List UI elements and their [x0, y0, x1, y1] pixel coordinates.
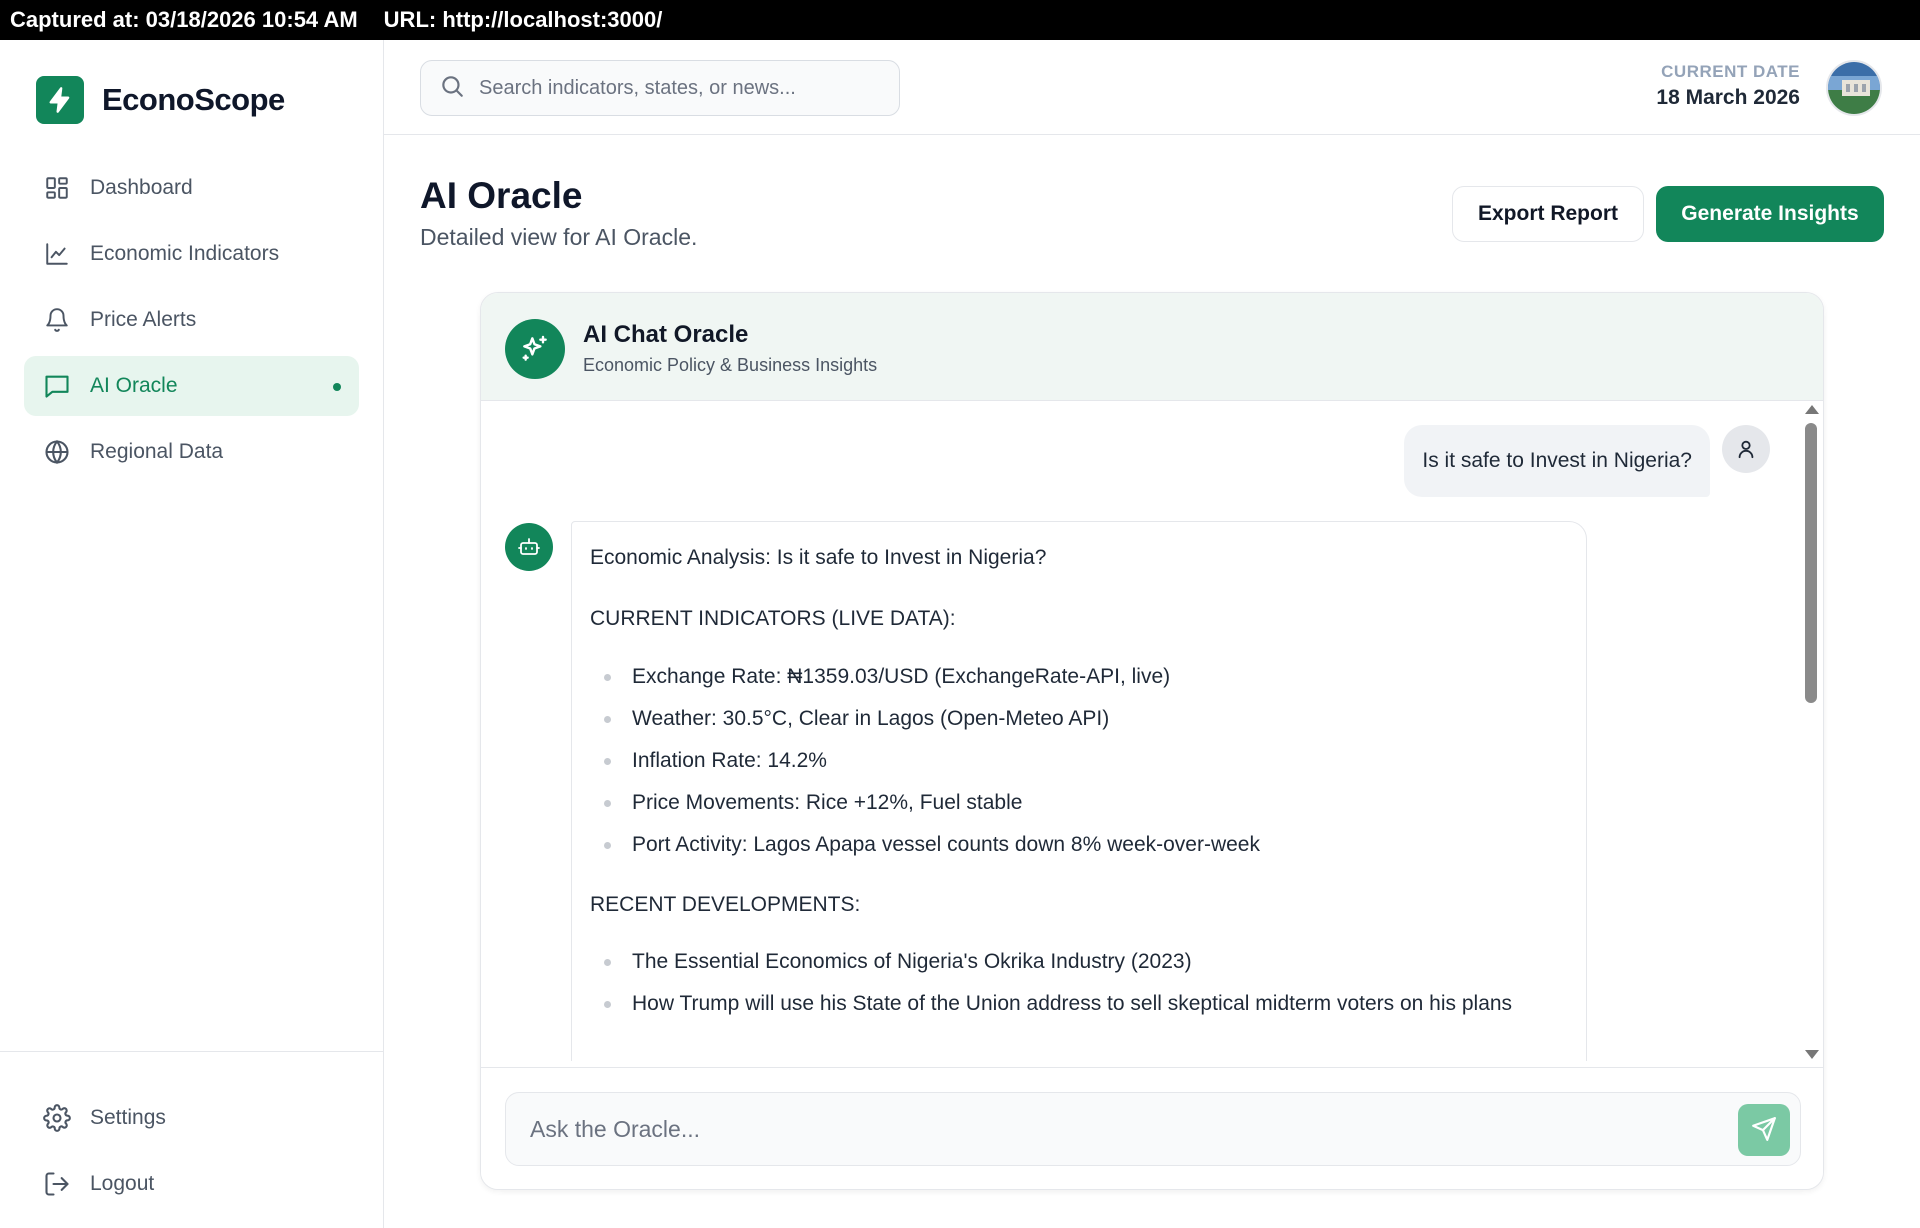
sparkles-icon: [505, 319, 565, 379]
current-date-block: CURRENT DATE 18 March 2026: [1656, 62, 1800, 110]
list-item: Exchange Rate: ₦1359.03/USD (ExchangeRat…: [590, 659, 1568, 695]
avatar[interactable]: [1826, 60, 1882, 116]
sidebar-nav: Dashboard Economic Indicators Price Aler…: [24, 158, 359, 488]
capture-bar: Captured at: 03/18/2026 10:54 AM URL: ht…: [0, 0, 1920, 40]
bot-icon: [505, 523, 553, 571]
scroll-up-arrow-icon[interactable]: [1805, 405, 1819, 414]
line-chart-icon: [42, 239, 72, 269]
sidebar-item-label: AI Oracle: [90, 374, 178, 397]
gear-icon: [42, 1103, 72, 1133]
ask-box[interactable]: [505, 1092, 1801, 1166]
response-heading: Economic Analysis: Is it safe to Invest …: [590, 546, 1047, 569]
lightning-icon: [36, 76, 84, 124]
chat-subtitle: Economic Policy & Business Insights: [583, 355, 878, 375]
sidebar-item-label: Regional Data: [90, 440, 224, 463]
developments-list: The Essential Economics of Nigeria's Okr…: [590, 944, 1568, 1022]
sidebar-bottom-nav: Settings Logout: [24, 1088, 359, 1220]
user-icon: [1722, 425, 1770, 473]
chat-scrollbar[interactable]: [1799, 403, 1823, 1063]
sidebar-item-dashboard[interactable]: Dashboard: [24, 158, 359, 218]
grid-icon: [42, 173, 72, 203]
sidebar-item-label: Settings: [90, 1106, 166, 1129]
user-message: Is it safe to Invest in Nigeria?: [1404, 425, 1710, 497]
globe-icon: [42, 437, 72, 467]
list-item: Inflation Rate: 14.2%: [590, 743, 1568, 779]
scroll-down-arrow-icon[interactable]: [1805, 1050, 1819, 1059]
top-header: CURRENT DATE 18 March 2026: [384, 40, 1920, 135]
search-input[interactable]: [479, 76, 879, 100]
sidebar-item-label: Logout: [90, 1172, 155, 1195]
send-icon: [1751, 1116, 1777, 1145]
bot-message: Economic Analysis: Is it safe to Invest …: [571, 521, 1587, 1061]
brand[interactable]: EconoScope: [36, 76, 285, 124]
search-box[interactable]: [420, 60, 900, 116]
chat-input-area: [481, 1067, 1823, 1189]
response-section-developments: RECENT DEVELOPMENTS:: [590, 892, 861, 916]
export-report-button[interactable]: Export Report: [1452, 186, 1644, 242]
response-section-indicators: CURRENT INDICATORS (LIVE DATA):: [590, 607, 956, 631]
brand-name: EconoScope: [102, 82, 285, 117]
capture-timestamp: Captured at: 03/18/2026 10:54 AM: [10, 7, 358, 32]
scrollbar-thumb[interactable]: [1805, 423, 1817, 703]
generate-insights-button[interactable]: Generate Insights: [1656, 186, 1884, 242]
sidebar-item-economic-indicators[interactable]: Economic Indicators: [24, 224, 359, 284]
ask-oracle-input[interactable]: [530, 1115, 1690, 1143]
page-title: AI Oracle: [420, 175, 583, 216]
sidebar-item-label: Economic Indicators: [90, 242, 280, 265]
sidebar-item-price-alerts[interactable]: Price Alerts: [24, 290, 359, 350]
capture-url: URL: http://localhost:3000/: [383, 7, 663, 32]
send-button[interactable]: [1738, 1104, 1790, 1156]
list-item: Port Activity: Lagos Apapa vessel counts…: [590, 827, 1568, 863]
message-square-icon: [42, 371, 72, 401]
current-date-value: 18 March 2026: [1656, 86, 1800, 109]
list-item: Weather: 30.5°C, Clear in Lagos (Open-Me…: [590, 701, 1568, 737]
sidebar-item-ai-oracle[interactable]: AI Oracle: [24, 356, 359, 416]
sidebar-item-logout[interactable]: Logout: [24, 1154, 359, 1214]
list-item: How Trump will use his State of the Unio…: [590, 986, 1568, 1022]
page-subtitle: Detailed view for AI Oracle.: [420, 224, 698, 250]
current-date-label: CURRENT DATE: [1661, 62, 1800, 81]
sidebar-item-settings[interactable]: Settings: [24, 1088, 359, 1148]
chat-header: AI Chat Oracle Economic Policy & Busines…: [481, 293, 1823, 401]
sidebar: EconoScope Dashboard Economic Indicators…: [0, 40, 384, 1228]
chat-card: AI Chat Oracle Economic Policy & Busines…: [480, 292, 1824, 1190]
sidebar-divider: [0, 1051, 384, 1052]
indicators-list: Exchange Rate: ₦1359.03/USD (ExchangeRat…: [590, 659, 1568, 863]
sidebar-item-regional-data[interactable]: Regional Data: [24, 422, 359, 482]
chat-title: AI Chat Oracle: [583, 321, 749, 348]
list-item: Price Movements: Rice +12%, Fuel stable: [590, 785, 1568, 821]
sidebar-item-label: Dashboard: [90, 176, 193, 199]
sidebar-item-label: Price Alerts: [90, 308, 197, 331]
logout-icon: [42, 1169, 72, 1199]
search-icon: [439, 73, 465, 104]
list-item: The Essential Economics of Nigeria's Okr…: [590, 944, 1568, 980]
chat-messages[interactable]: Is it safe to Invest in Nigeria? Economi…: [481, 401, 1823, 1061]
active-indicator-dot: [333, 383, 341, 391]
bell-icon: [42, 305, 72, 335]
